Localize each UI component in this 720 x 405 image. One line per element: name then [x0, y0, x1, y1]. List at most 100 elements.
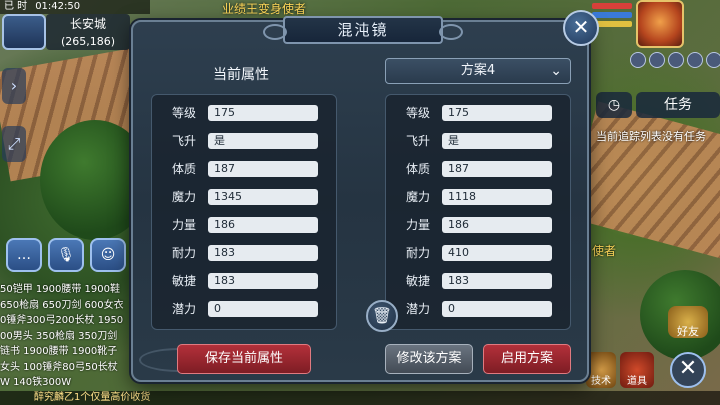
chat-buttons: … 🎙 ☺ [6, 238, 126, 272]
attr-value: 187 [442, 161, 552, 177]
attr-row: 等级 175 [386, 103, 572, 123]
skill-label: 技术 [591, 376, 611, 387]
chat-line: W 140铁300W [0, 377, 72, 388]
map-name: 长安城 [69, 17, 106, 31]
attr-row: 魔力 1345 [152, 187, 338, 207]
attr-label: 等级 [406, 106, 431, 120]
emote-icon[interactable]: ☺ [90, 238, 126, 272]
microphone-icon[interactable]: 🎙 [48, 238, 84, 272]
attr-row: 飞升 是 [386, 131, 572, 151]
attr-row: 力量 186 [152, 215, 338, 235]
attr-value: 175 [442, 105, 552, 121]
character-portrait[interactable] [636, 0, 684, 48]
attr-row: 耐力 183 [152, 243, 338, 263]
attr-value: 0 [442, 301, 552, 317]
apply-plan-button[interactable]: 启用方案 [483, 344, 571, 374]
chat-bubble-icon[interactable]: … [6, 238, 42, 272]
attr-value: 0 [208, 301, 318, 317]
top-banner: 业绩王变身使者 [222, 2, 307, 16]
current-attributes-panel: 等级 175 飞升 是 体质 187 魔力 1345 力量 186 耐力 183… [151, 94, 337, 330]
map-coords: (265,186) [60, 35, 116, 48]
buff-icon[interactable] [668, 52, 684, 68]
modify-plan-button[interactable]: 修改该方案 [385, 344, 473, 374]
fullscreen-icon[interactable]: ⤢ [2, 126, 26, 162]
hud-close-icon[interactable]: ✕ [670, 352, 706, 388]
close-icon[interactable]: ✕ [563, 10, 599, 46]
mp-bar [592, 12, 632, 18]
trash-icon[interactable]: 🗑 [366, 300, 398, 332]
attr-value: 1118 [442, 189, 552, 205]
attr-label: 飞升 [172, 134, 197, 148]
attr-label: 敏捷 [406, 274, 431, 288]
buff-icons [630, 52, 720, 68]
expand-arrow-icon[interactable]: › [2, 68, 26, 104]
chevron-down-icon: ⌄ [550, 63, 562, 79]
ticker-text: 醉究麟乙1个仅量高价收货 [34, 392, 151, 403]
attr-row: 耐力 410 [386, 243, 572, 263]
friend-button[interactable]: 好友 [668, 306, 708, 338]
plan-selected-value: 方案4 [460, 63, 496, 78]
attr-row: 潜力 0 [386, 299, 572, 319]
attr-label: 耐力 [406, 246, 431, 260]
attr-row: 力量 186 [386, 215, 572, 235]
attr-row: 体质 187 [386, 159, 572, 179]
attr-value: 183 [208, 245, 318, 261]
buff-icon[interactable] [687, 52, 703, 68]
buff-icon[interactable] [649, 52, 665, 68]
plan-dropdown[interactable]: 方案4 ⌄ [385, 58, 571, 84]
attr-value: 183 [208, 273, 318, 289]
attr-label: 力量 [406, 218, 431, 232]
attr-value: 175 [208, 105, 318, 121]
attr-row: 敏捷 183 [152, 271, 338, 291]
attr-value: 186 [208, 217, 318, 233]
bottom-ticker[interactable]: 醉究麟乙1个仅量高价收货 [0, 391, 720, 405]
status-text: 已 时 [4, 1, 28, 12]
chat-log[interactable]: 50铠甲 1900腰带 1900鞋 650枪扇 650刀剑 600女衣 0锤斧3… [0, 282, 130, 391]
attr-value: 是 [442, 133, 552, 149]
attr-label: 力量 [172, 218, 197, 232]
attr-value: 410 [442, 245, 552, 261]
skill-button[interactable]: 技术 [586, 352, 616, 388]
attr-value: 是 [208, 133, 318, 149]
chat-line: 女头 100锤斧80弓50长杖 [0, 361, 118, 373]
chat-line: 0锤斧300弓200长杖 1950 [0, 315, 124, 326]
hp-bar [592, 3, 632, 9]
task-button[interactable]: 任务 [636, 92, 720, 118]
buff-icon[interactable] [706, 52, 720, 68]
attr-label: 飞升 [406, 134, 431, 148]
clock-icon[interactable]: ◷ [596, 92, 632, 118]
player-avatar[interactable] [2, 14, 46, 50]
attr-row: 等级 175 [152, 103, 338, 123]
attr-label: 潜力 [406, 302, 431, 316]
attr-value: 1345 [208, 189, 318, 205]
attr-value: 187 [208, 161, 318, 177]
item-button[interactable]: 道具 [620, 352, 654, 388]
status-bar: 已 时 01:42:50 [0, 0, 150, 14]
attr-value: 183 [442, 273, 552, 289]
attr-label: 体质 [406, 162, 431, 176]
attr-label: 潜力 [172, 302, 197, 316]
attr-row: 潜力 0 [152, 299, 338, 319]
attr-row: 飞升 是 [152, 131, 338, 151]
attr-row: 魔力 1118 [386, 187, 572, 207]
task-tracker-text: 当前追踪列表没有任务 [596, 130, 706, 143]
chat-line: 650枪扇 650刀剑 600女衣 [0, 299, 124, 311]
clock-text: 01:42:50 [35, 1, 81, 12]
chat-line: 链书 1900腰带 1900靴子 [0, 346, 118, 357]
roof-tiles [567, 101, 720, 259]
chaos-mirror-dialog: 混沌镜 ✕ 当前属性 方案4 ⌄ 等级 175 飞升 是 体质 187 魔力 1… [131, 10, 599, 382]
npc-label[interactable]: 使者 [592, 242, 616, 259]
buff-icon[interactable] [630, 52, 646, 68]
map-panel[interactable]: 长安城 (265,186) [46, 14, 130, 50]
attr-label: 耐力 [172, 246, 197, 260]
attr-label: 魔力 [406, 190, 431, 204]
attr-label: 敏捷 [172, 274, 197, 288]
item-label: 道具 [627, 376, 647, 387]
plan-attributes-panel: 等级 175 飞升 是 体质 187 魔力 1118 力量 186 耐力 410… [385, 94, 571, 330]
attr-row: 体质 187 [152, 159, 338, 179]
save-current-attributes-button[interactable]: 保存当前属性 [177, 344, 311, 374]
dialog-title: 混沌镜 [263, 16, 463, 44]
friend-label: 好友 [677, 325, 699, 338]
attr-value: 186 [442, 217, 552, 233]
current-attributes-title: 当前属性 [213, 67, 269, 83]
